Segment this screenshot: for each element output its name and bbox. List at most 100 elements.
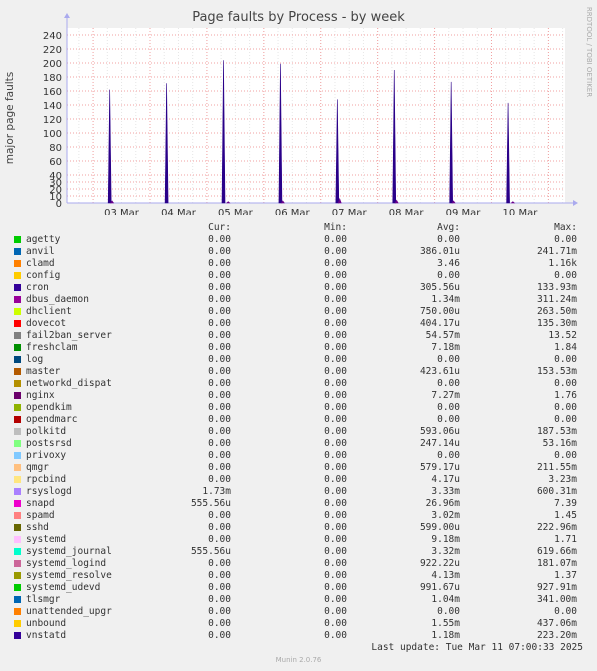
legend-min: 0.00 bbox=[324, 450, 347, 461]
legend-series-name: config bbox=[26, 270, 61, 281]
legend-avg: 0.00 bbox=[437, 378, 460, 389]
legend-row: fail2ban_server 0.00 0.00 54.57m 13.52 bbox=[0, 330, 597, 342]
legend-cur: 0.00 bbox=[208, 234, 231, 245]
legend-swatch bbox=[14, 356, 21, 363]
legend-max: 1.71 bbox=[554, 534, 577, 545]
legend-swatch bbox=[14, 548, 21, 555]
legend-row: config 0.00 0.00 0.00 0.00 bbox=[0, 270, 597, 282]
legend-series-name: dovecot bbox=[26, 318, 67, 329]
legend-swatch bbox=[14, 536, 21, 543]
legend-series-name: freshclam bbox=[26, 342, 78, 353]
legend-swatch bbox=[14, 368, 21, 375]
legend-row: cron 0.00 0.00 305.56u 133.93m bbox=[0, 282, 597, 294]
legend-avg: 0.00 bbox=[437, 270, 460, 281]
legend-max: 311.24m bbox=[536, 294, 577, 305]
legend-max: 13.52 bbox=[548, 330, 577, 341]
legend-swatch bbox=[14, 416, 21, 423]
legend-avg: 0.00 bbox=[437, 354, 460, 365]
legend-cur: 0.00 bbox=[208, 618, 231, 629]
legend-max: 437.06m bbox=[536, 618, 577, 629]
legend-cur: 0.00 bbox=[208, 414, 231, 425]
legend-series-name: networkd_dispat bbox=[26, 378, 112, 389]
legend-min: 0.00 bbox=[324, 582, 347, 593]
legend-min: 0.00 bbox=[324, 390, 347, 401]
x-tick-label: 10 Mar bbox=[503, 208, 539, 215]
legend-max: 0.00 bbox=[554, 270, 577, 281]
legend-swatch bbox=[14, 428, 21, 435]
legend-series-name: systemd_journal bbox=[26, 546, 112, 557]
legend-swatch bbox=[14, 500, 21, 507]
legend-swatch bbox=[14, 476, 21, 483]
legend-avg: 3.02m bbox=[431, 510, 460, 521]
legend-avg: 386.01u bbox=[419, 246, 460, 257]
legend-cur: 0.00 bbox=[208, 294, 231, 305]
legend-series-name: sshd bbox=[26, 522, 49, 533]
legend-min: 0.00 bbox=[324, 414, 347, 425]
legend-cur: 0.00 bbox=[208, 402, 231, 413]
legend-min: 0.00 bbox=[324, 558, 347, 569]
legend-min: 0.00 bbox=[324, 270, 347, 281]
munin-version: Munin 2.0.76 bbox=[275, 656, 322, 664]
y-tick-label: 240 bbox=[43, 31, 62, 42]
legend-series-name: rsyslogd bbox=[26, 486, 72, 497]
legend-min: 0.00 bbox=[324, 498, 347, 509]
legend-row: opendkim 0.00 0.00 0.00 0.00 bbox=[0, 402, 597, 414]
legend-min: 0.00 bbox=[324, 378, 347, 389]
legend-swatch bbox=[14, 560, 21, 567]
legend-max: 0.00 bbox=[554, 414, 577, 425]
legend-series-name: fail2ban_server bbox=[26, 330, 112, 341]
legend-series-name: agetty bbox=[26, 234, 61, 245]
legend-avg: 3.46 bbox=[437, 258, 460, 269]
legend-max: 7.39 bbox=[554, 498, 577, 509]
legend-avg: 0.00 bbox=[437, 606, 460, 617]
legend-min: 0.00 bbox=[324, 402, 347, 413]
legend-avg: 7.18m bbox=[431, 342, 460, 353]
legend-max: 53.16m bbox=[542, 438, 577, 449]
legend-min: 0.00 bbox=[324, 258, 347, 269]
legend-cur: 1.73m bbox=[202, 486, 231, 497]
legend-cur: 0.00 bbox=[208, 426, 231, 437]
legend-header-avg: Avg: bbox=[437, 222, 460, 233]
legend-min: 0.00 bbox=[324, 426, 347, 437]
legend-series-name: vnstatd bbox=[26, 630, 67, 641]
legend-avg: 0.00 bbox=[437, 450, 460, 461]
legend-max: 263.50m bbox=[536, 306, 577, 317]
legend-cur: 0.00 bbox=[208, 318, 231, 329]
legend-avg: 0.00 bbox=[437, 234, 460, 245]
legend-cur: 0.00 bbox=[208, 606, 231, 617]
legend-min: 0.00 bbox=[324, 522, 347, 533]
legend-swatch bbox=[14, 332, 21, 339]
legend-cur: 0.00 bbox=[208, 270, 231, 281]
legend-avg: 579.17u bbox=[419, 462, 460, 473]
legend-avg: 423.61u bbox=[419, 366, 460, 377]
legend-row: tlsmgr 0.00 0.00 1.04m 341.00m bbox=[0, 594, 597, 606]
legend-swatch bbox=[14, 320, 21, 327]
legend-max: 600.31m bbox=[536, 486, 577, 497]
y-tick-label: 200 bbox=[43, 59, 62, 70]
legend-min: 0.00 bbox=[324, 606, 347, 617]
legend-row: master 0.00 0.00 423.61u 153.53m bbox=[0, 366, 597, 378]
legend-series-name: nginx bbox=[26, 390, 55, 401]
legend-max: 153.53m bbox=[536, 366, 577, 377]
legend-avg: 54.57m bbox=[425, 330, 460, 341]
legend-cur: 0.00 bbox=[208, 246, 231, 257]
x-axis-arrow bbox=[573, 200, 578, 206]
legend-header: Cur: Min: Avg: Max: bbox=[0, 222, 597, 234]
legend-swatch bbox=[14, 452, 21, 459]
legend-avg: 9.18m bbox=[431, 534, 460, 545]
legend-swatch bbox=[14, 464, 21, 471]
legend-max: 0.00 bbox=[554, 354, 577, 365]
legend-series-name: systemd_udevd bbox=[26, 582, 101, 593]
legend-avg: 0.00 bbox=[437, 402, 460, 413]
legend-swatch bbox=[14, 584, 21, 591]
legend-cur: 555.56u bbox=[190, 498, 231, 509]
legend-min: 0.00 bbox=[324, 570, 347, 581]
legend-avg: 599.00u bbox=[419, 522, 460, 533]
legend-swatch bbox=[14, 596, 21, 603]
legend-row: dhclient 0.00 0.00 750.00u 263.50m bbox=[0, 306, 597, 318]
legend-min: 0.00 bbox=[324, 546, 347, 557]
y-tick-label: 100 bbox=[43, 129, 62, 140]
legend-avg: 593.06u bbox=[419, 426, 460, 437]
legend-max: 223.20m bbox=[536, 630, 577, 641]
legend-swatch bbox=[14, 392, 21, 399]
